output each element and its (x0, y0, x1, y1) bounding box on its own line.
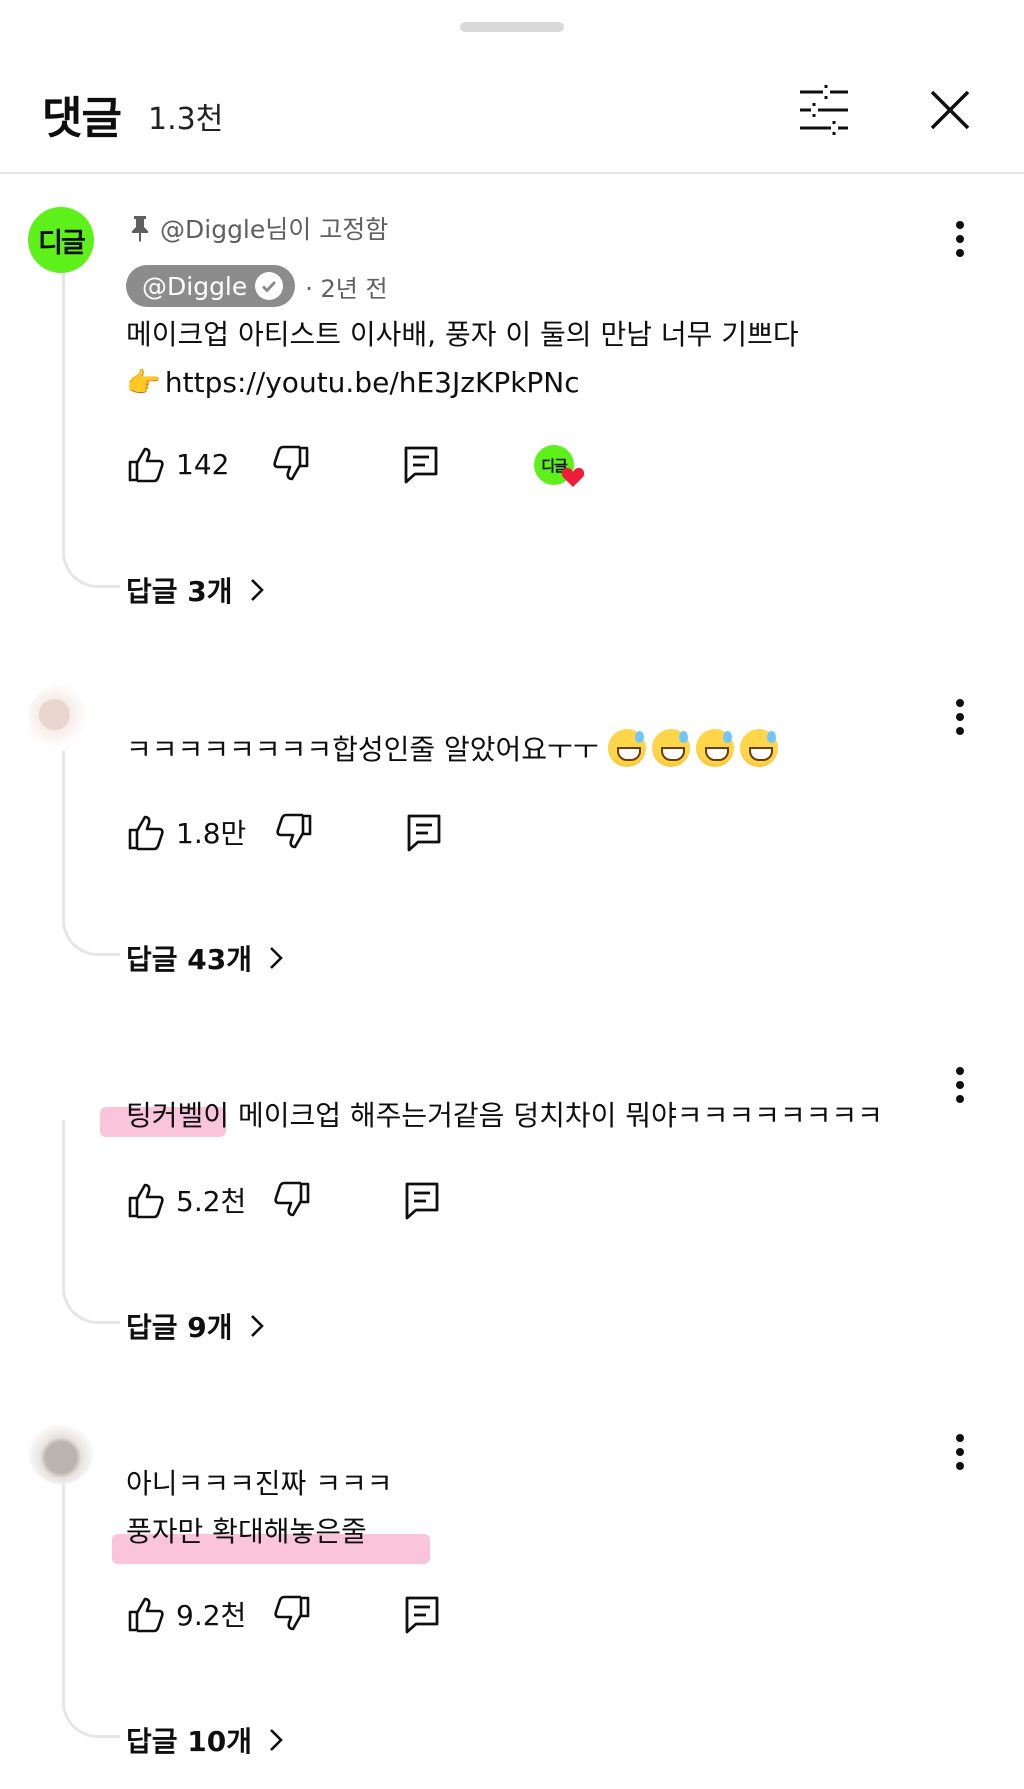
dislike-button[interactable] (272, 1594, 312, 1634)
sweat-smile-emoji (607, 729, 646, 767)
thumb-up-icon (128, 1183, 164, 1219)
more-options-icon[interactable] (954, 1432, 966, 1472)
comment-text: 팅커벨이 메이크업 해주는거같음 덩치차이 뭐야ㅋㅋㅋㅋㅋㅋㅋㅋ (126, 1092, 883, 1140)
like-button[interactable]: 5.2천 (126, 1180, 246, 1220)
thumb-up-icon (128, 1597, 164, 1633)
thumb-down-icon (273, 445, 309, 481)
replies-button[interactable]: 답글 3개 (126, 570, 265, 610)
thread-line (62, 748, 120, 956)
comment-line: 팅커벨이 메이크업 해주는거같음 덩치차이 뭐야ㅋㅋㅋㅋㅋㅋㅋㅋ (126, 1099, 883, 1132)
sweat-smile-emoji (739, 729, 778, 767)
comment-actions: 9.2천 (126, 1590, 442, 1638)
author-row: @Diggle · 2년 전 (126, 265, 388, 307)
chevron-right-icon (250, 1315, 264, 1337)
comment-line: 메이크업 아티스트 이사배, 풍자 이 둘의 만남 너무 기쁘다 (126, 318, 799, 351)
comment-text: 아니ㅋㅋㅋ진짜 ㅋㅋㅋ 풍자만 확대해놓은줄 (126, 1460, 393, 1556)
verified-icon (255, 272, 284, 300)
pointing-hand-icon: 👉 (126, 366, 161, 399)
replies-label: 답글 10개 (126, 1725, 252, 1758)
more-options-icon[interactable] (954, 219, 966, 259)
comment-actions: 5.2천 (126, 1176, 442, 1224)
drag-handle[interactable] (460, 22, 564, 32)
like-button[interactable]: 9.2천 (126, 1594, 246, 1634)
header-title: 댓글 (42, 93, 122, 144)
reply-button[interactable] (402, 1180, 442, 1220)
reply-button[interactable] (402, 1594, 442, 1634)
close-icon[interactable] (926, 86, 974, 134)
reply-button[interactable] (401, 444, 441, 484)
comment-line: ㅋㅋㅋㅋㅋㅋㅋㅋ합성인줄 알았어요ㅜㅜ (126, 726, 784, 774)
comment-count: 1.3천 (148, 102, 224, 137)
dislike-button[interactable] (274, 812, 314, 852)
replies-button[interactable]: 답글 10개 (126, 1720, 284, 1760)
comment-text: ㅋㅋㅋㅋㅋㅋㅋㅋ합성인줄 알았어요ㅜㅜ (126, 726, 784, 774)
chevron-right-icon (270, 947, 283, 969)
avatar[interactable]: 디글 (28, 207, 94, 273)
comments-header: 댓글 1.3천 (0, 60, 1024, 174)
chevron-right-icon (250, 579, 264, 601)
reply-button[interactable] (404, 812, 444, 852)
dislike-button[interactable] (272, 1180, 312, 1220)
sweat-smile-emoji (695, 729, 734, 767)
pinned-label-row: @Diggle님이 고정함 (130, 210, 388, 246)
thumb-down-icon (274, 1181, 310, 1217)
comment-actions: 142 (126, 440, 441, 488)
like-count: 142 (176, 447, 230, 481)
more-options-icon[interactable] (954, 697, 966, 737)
thumb-up-icon (128, 447, 164, 483)
comment-link[interactable]: https://youtu.be/hE3JzKPkPNc (165, 366, 580, 399)
reply-icon (405, 1596, 439, 1634)
replies-label: 답글 3개 (126, 575, 233, 608)
like-button[interactable]: 142 (126, 444, 229, 484)
like-button[interactable]: 1.8만 (126, 812, 246, 852)
replies-button[interactable]: 답글 9개 (126, 1306, 265, 1346)
author-chip[interactable]: @Diggle (126, 265, 296, 307)
comment-line: 👉 https://youtu.be/hE3JzKPkPNc (126, 359, 799, 407)
replies-label: 답글 9개 (126, 1311, 233, 1344)
thumb-down-icon (276, 813, 312, 849)
reply-icon (405, 1182, 439, 1220)
author-name: @Diggle (142, 271, 248, 301)
avatar[interactable] (28, 1418, 94, 1484)
comment-line: 풍자만 확대해놓은줄 (126, 1515, 367, 1548)
comments-sheet: 댓글 1.3천 디글 @Diggle님이 고정함 @Diggle · 2년 전 … (0, 0, 1024, 1789)
avatar[interactable] (28, 685, 94, 751)
replies-label: 답글 43개 (126, 943, 252, 976)
chevron-right-icon (270, 1729, 283, 1751)
like-count: 1.8만 (176, 817, 247, 850)
thread-line (62, 270, 120, 588)
more-options-icon[interactable] (954, 1065, 966, 1105)
reply-icon (405, 446, 438, 484)
like-count: 9.2천 (176, 1599, 247, 1632)
avatar-text: 디글 (38, 227, 86, 259)
filter-icon[interactable] (796, 84, 852, 136)
thumb-down-icon (274, 1595, 310, 1631)
thumb-up-icon (128, 815, 164, 851)
heart-icon (561, 467, 585, 487)
comment-line: 아니ㅋㅋㅋ진짜 ㅋㅋㅋ (126, 1467, 393, 1500)
sweat-smile-emoji (651, 729, 690, 767)
comment-time: · 2년 전 (305, 274, 388, 303)
pinned-label: @Diggle님이 고정함 (160, 215, 389, 244)
thread-line (62, 1120, 120, 1324)
comment-actions: 1.8만 (126, 808, 444, 856)
reply-icon (407, 814, 441, 852)
pin-icon (132, 216, 148, 242)
thread-line (62, 1482, 120, 1738)
replies-button[interactable]: 답글 43개 (126, 938, 284, 978)
dislike-button[interactable] (271, 444, 311, 484)
like-count: 5.2천 (176, 1185, 247, 1218)
comment-text: 메이크업 아티스트 이사배, 풍자 이 둘의 만남 너무 기쁘다 👉 https:… (126, 311, 799, 407)
